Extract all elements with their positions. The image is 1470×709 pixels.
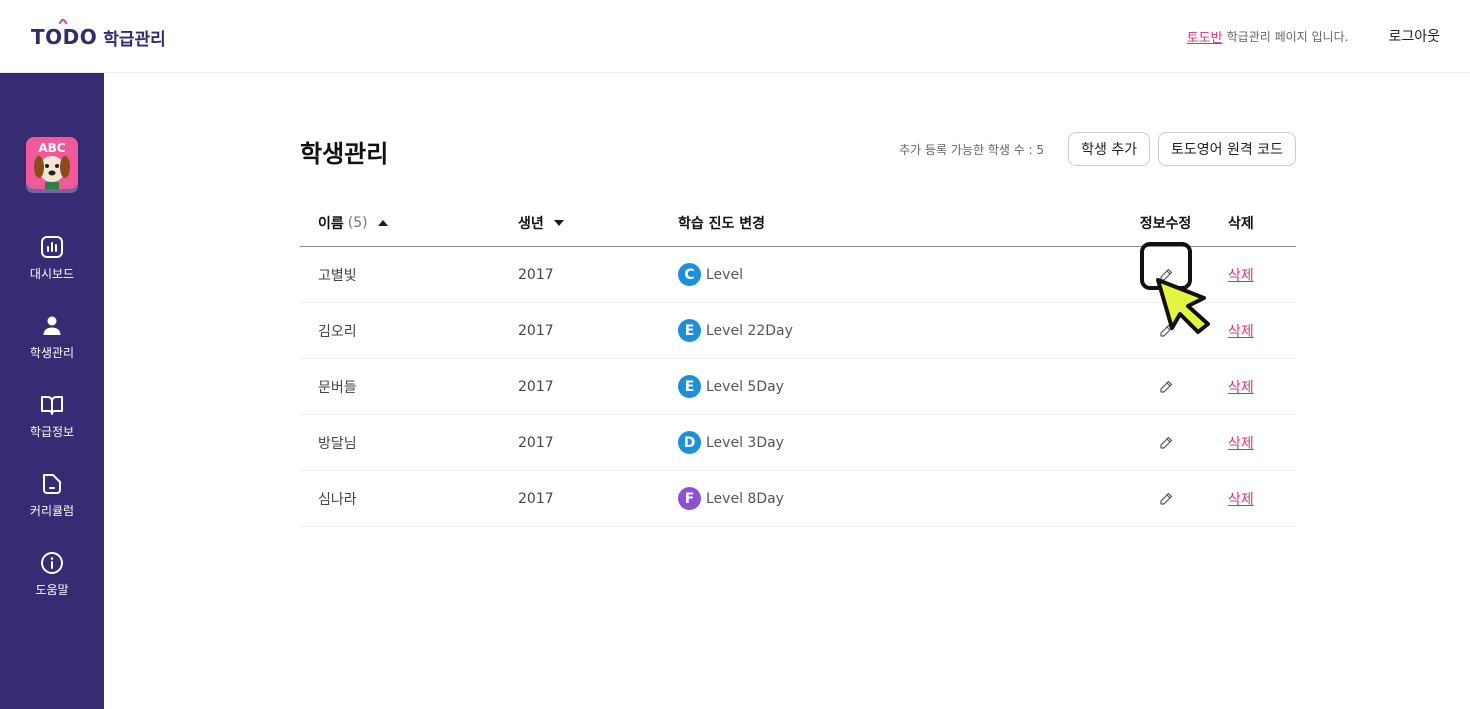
page-title: 학생관리 xyxy=(300,140,389,168)
delete-link[interactable]: 삭제 xyxy=(1228,489,1254,509)
sidebar-item-label: 도움말 xyxy=(35,583,69,597)
sidebar-item-students[interactable]: 학생관리 xyxy=(0,312,104,391)
sidebar-item-label: 커리큘럼 xyxy=(29,504,75,518)
svg-text:ABC: ABC xyxy=(38,141,65,155)
table-row: 방달님 2017 D Level 3Day 삭제 xyxy=(300,415,1296,471)
pencil-icon[interactable] xyxy=(1159,436,1173,450)
logo-subtitle: 학급관리 xyxy=(103,29,166,50)
student-name: 문버들 xyxy=(318,379,357,396)
table-header: 이름 (5) 생년 학습 진도 변경 정보수정 삭제 xyxy=(300,200,1296,247)
level-text: Level 5Day xyxy=(706,378,784,395)
table-row: 문버들 2017 E Level 5Day 삭제 xyxy=(300,359,1296,415)
sort-asc-icon[interactable] xyxy=(377,220,388,226)
level-badge: E xyxy=(678,375,701,398)
folder-icon xyxy=(43,474,61,494)
students-table: 이름 (5) 생년 학습 진도 변경 정보수정 삭제 고별빛 2017 C Le… xyxy=(300,200,1296,527)
header-delete: 삭제 xyxy=(1228,216,1254,232)
delete-link[interactable]: 삭제 xyxy=(1228,321,1254,341)
level-changer[interactable]: E Level 22Day xyxy=(678,319,1118,342)
add-student-button[interactable]: 학생 추가 xyxy=(1068,132,1151,166)
sidebar-item-help[interactable]: 도움말 xyxy=(0,549,104,628)
student-name: 방달님 xyxy=(318,435,357,452)
delete-link[interactable]: 삭제 xyxy=(1228,265,1254,285)
header-notice: 학급관리 페이지 입니다. xyxy=(1226,29,1349,44)
remote-code-button[interactable]: 토도영어 원격 코드 xyxy=(1158,132,1296,166)
book-icon xyxy=(41,396,63,415)
table-row: 김오리 2017 E Level 22Day 삭제 xyxy=(300,303,1296,359)
top-header: TODO 학급관리 토도반 학급관리 페이지 입니다. 로그아웃 xyxy=(0,0,1470,73)
sidebar-item-dashboard[interactable]: 대시보드 xyxy=(0,233,104,312)
level-changer[interactable]: F Level 8Day xyxy=(678,487,1118,510)
level-text: Level 3Day xyxy=(706,434,784,451)
birth-year: 2017 xyxy=(518,378,554,395)
birth-year: 2017 xyxy=(518,434,554,451)
birth-year: 2017 xyxy=(518,322,554,339)
level-text: Level xyxy=(706,266,743,283)
sidebar-item-label: 학생관리 xyxy=(29,346,75,360)
table-row: 고별빛 2017 C Level 삭제 xyxy=(300,241,1296,303)
level-changer[interactable]: E Level 5Day xyxy=(678,375,1118,398)
sidebar-item-curriculum[interactable]: 커리큘럼 xyxy=(0,470,104,549)
edit-cell xyxy=(1118,380,1213,394)
logo-brand: TODO xyxy=(31,19,97,49)
header-edit: 정보수정 xyxy=(1139,216,1192,232)
level-badge: D xyxy=(678,431,701,454)
edit-cell xyxy=(1118,492,1213,506)
birth-year: 2017 xyxy=(518,490,554,507)
student-name: 심나라 xyxy=(318,491,357,508)
logo[interactable]: TODO 학급관리 xyxy=(31,19,166,52)
level-badge: F xyxy=(678,487,701,510)
level-text: Level 8Day xyxy=(706,490,784,507)
delete-link[interactable]: 삭제 xyxy=(1228,377,1254,397)
student-count: (5) xyxy=(347,215,368,231)
level-changer[interactable]: C Level xyxy=(678,263,1118,286)
header-name[interactable]: 이름 (5) xyxy=(300,213,518,233)
delete-link[interactable]: 삭제 xyxy=(1228,433,1254,453)
logo-hat-icon xyxy=(59,19,67,24)
header-year[interactable]: 생년 xyxy=(518,213,678,233)
edit-cell xyxy=(1118,436,1213,450)
sidebar-nav: 대시보드 학생관리 학급정보 커리큘럼 도움말 xyxy=(0,233,104,628)
class-avatar[interactable]: ABC xyxy=(26,137,78,193)
birth-year: 2017 xyxy=(518,266,554,283)
info-icon xyxy=(41,552,63,574)
sidebar-item-label: 학급정보 xyxy=(29,425,75,439)
class-name-link[interactable]: 토도반 xyxy=(1187,27,1223,46)
pencil-icon[interactable] xyxy=(1159,380,1173,394)
header-level: 학습 진도 변경 xyxy=(678,216,766,232)
sidebar-item-label: 대시보드 xyxy=(29,267,75,281)
dashboard-icon xyxy=(41,236,63,258)
pencil-icon[interactable] xyxy=(1159,492,1173,506)
pointer-cursor-icon xyxy=(1156,278,1210,334)
level-badge: E xyxy=(678,319,701,342)
logout-button[interactable]: 로그아웃 xyxy=(1388,26,1440,46)
level-text: Level 22Day xyxy=(706,322,793,339)
sidebar-item-class-info[interactable]: 학급정보 xyxy=(0,391,104,470)
level-changer[interactable]: D Level 3Day xyxy=(678,431,1118,454)
toolbar: 추가 등록 가능한 학생 수 : 5 학생 추가 토도영어 원격 코드 xyxy=(899,132,1296,166)
available-count-label: 추가 등록 가능한 학생 수 : 5 xyxy=(899,142,1045,157)
level-badge: C xyxy=(678,263,701,286)
student-name: 고별빛 xyxy=(318,267,357,284)
user-icon xyxy=(43,316,61,335)
sort-desc-icon[interactable] xyxy=(553,220,564,226)
sidebar: ABC 대시보드 학생관리 학급정보 커리큘럼 도움말 xyxy=(0,73,104,709)
table-row: 심나라 2017 F Level 8Day 삭제 xyxy=(300,471,1296,527)
student-name: 김오리 xyxy=(318,323,357,340)
